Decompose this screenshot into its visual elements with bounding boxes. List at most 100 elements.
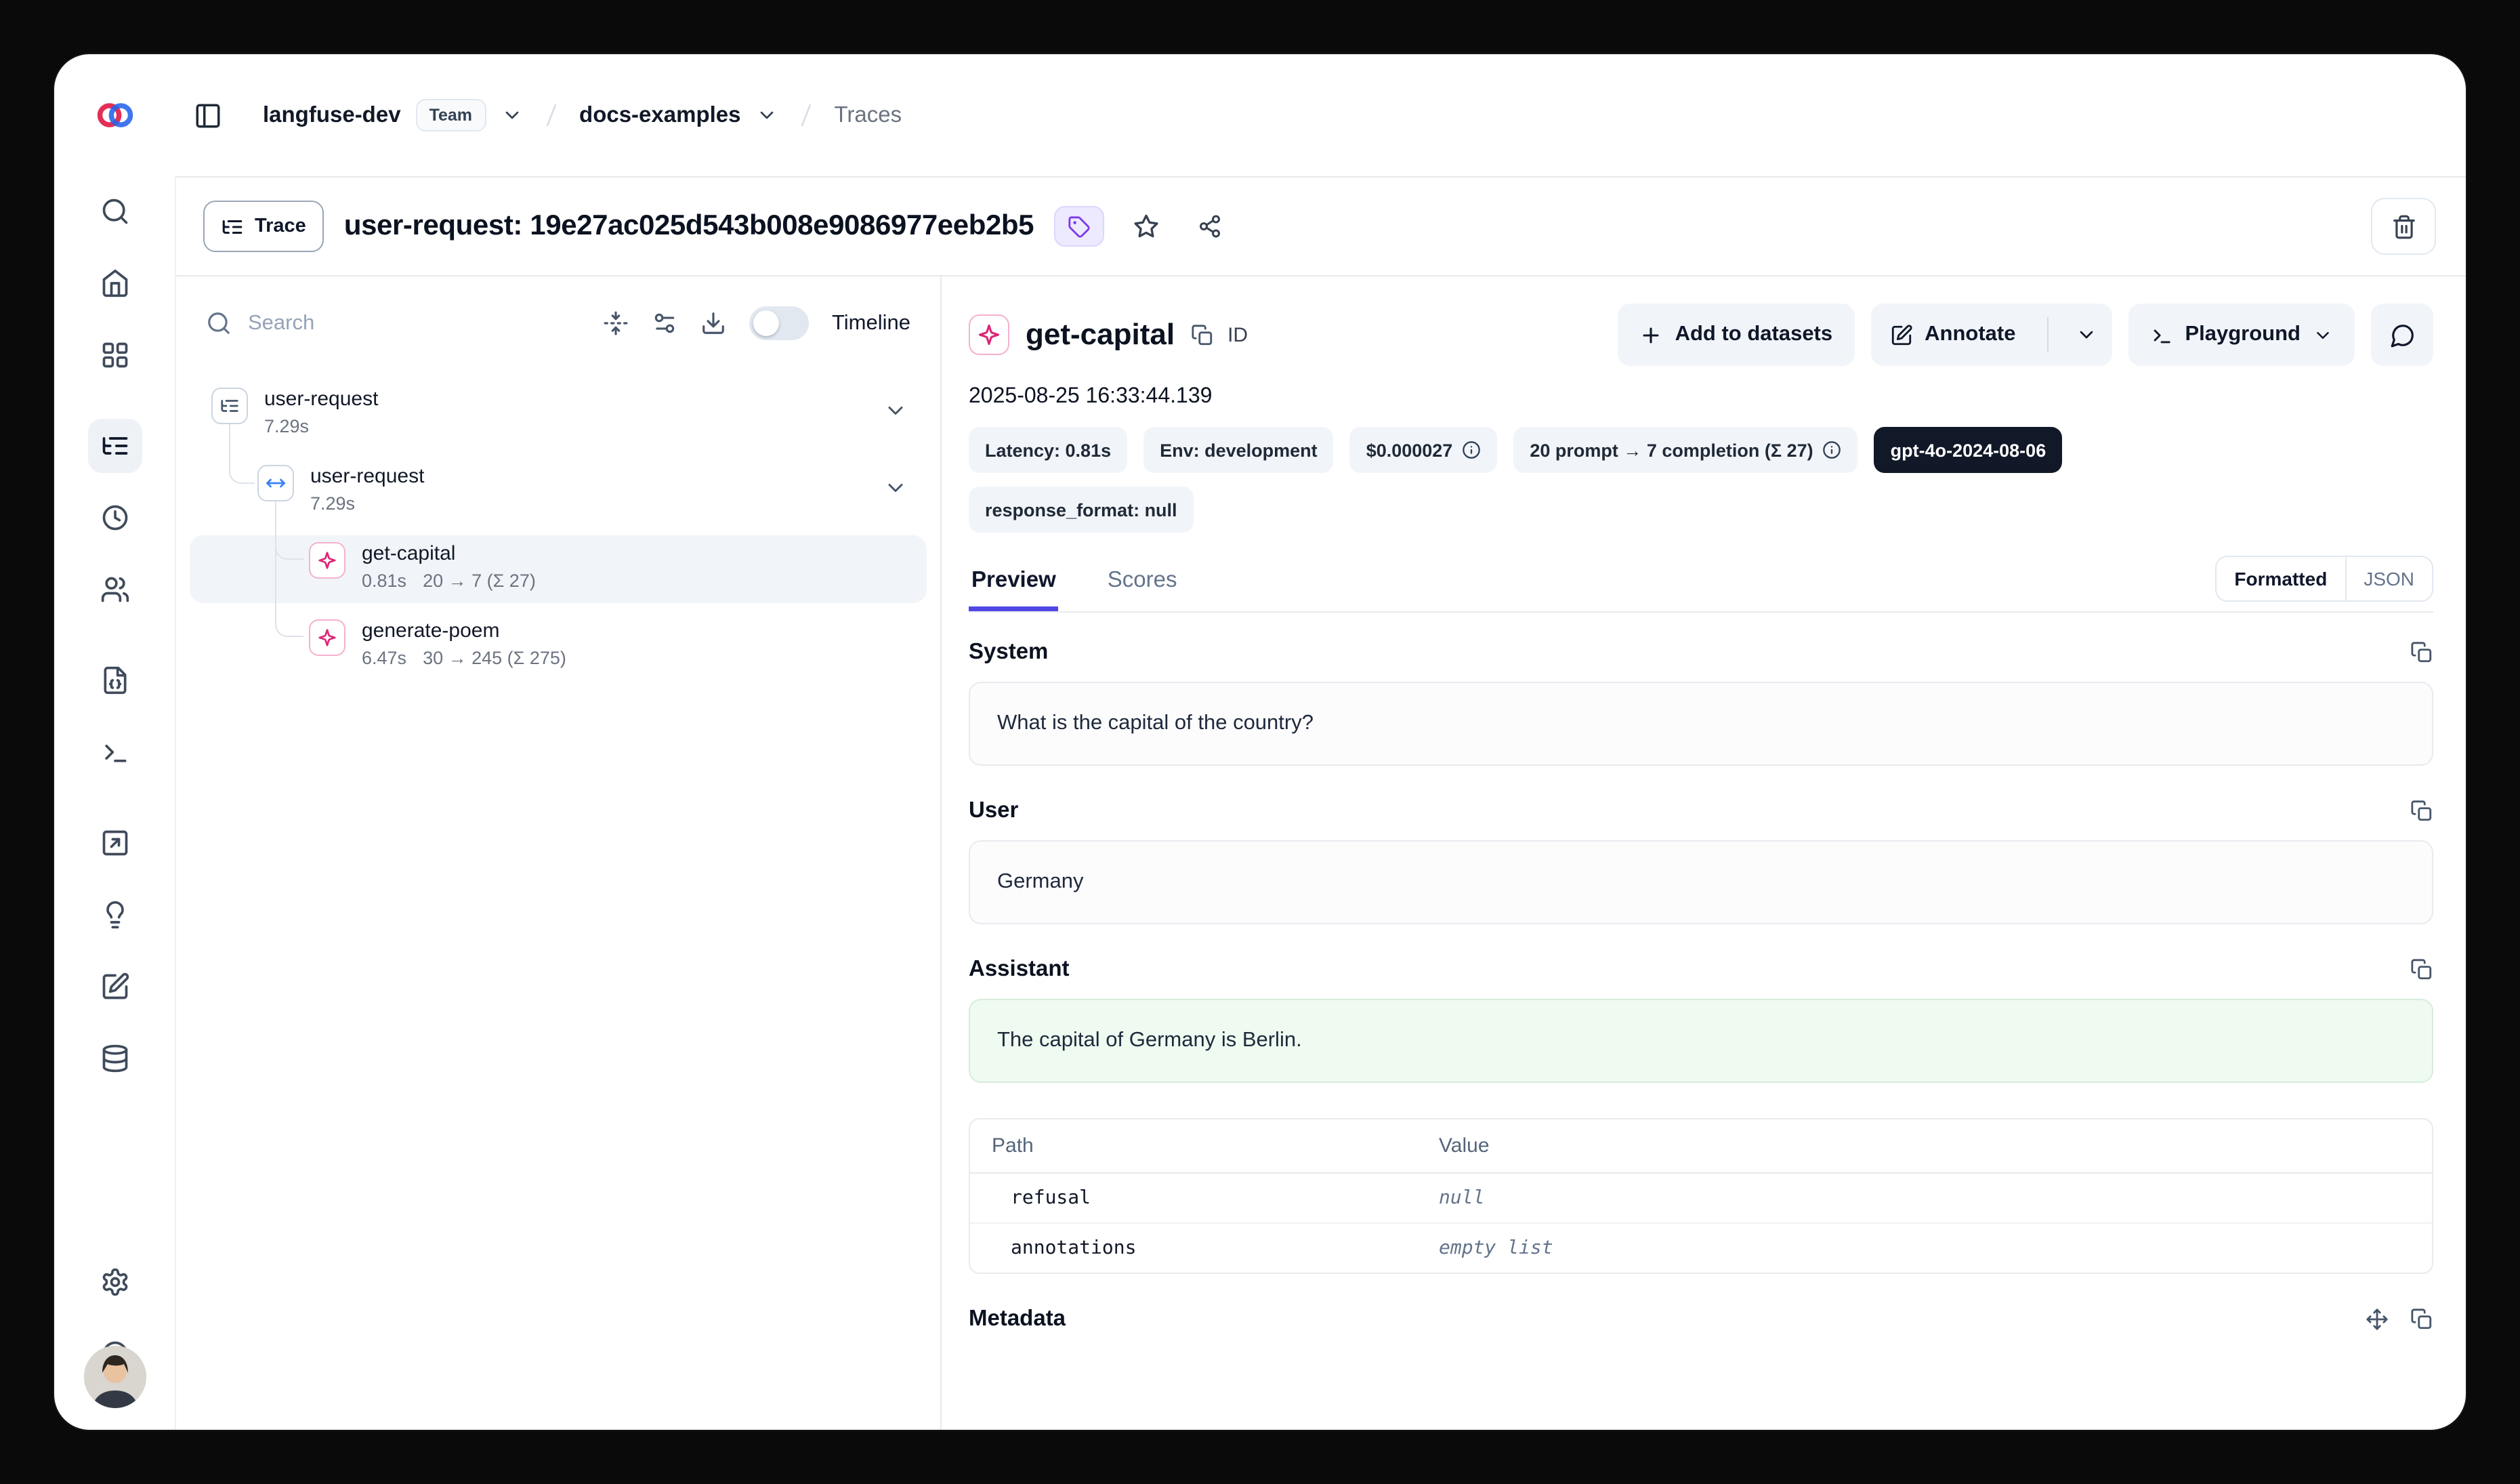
sidebar-item-ideas[interactable] — [87, 888, 142, 942]
tab-preview[interactable]: Preview — [969, 554, 1059, 611]
tags-button[interactable] — [1054, 206, 1104, 247]
delete-trace-button[interactable] — [2371, 198, 2436, 255]
model-badge[interactable]: gpt-4o-2024-08-06 — [1874, 427, 2063, 473]
user-avatar[interactable] — [83, 1346, 146, 1408]
copy-icon — [2410, 800, 2433, 823]
copy-icon — [2410, 958, 2433, 981]
annotate-dropdown-button[interactable] — [2060, 304, 2112, 366]
section-title: Assistant — [969, 957, 1070, 983]
tree-search-input[interactable] — [245, 310, 580, 337]
share-icon — [1198, 214, 1222, 239]
copy-button[interactable] — [2410, 641, 2433, 664]
sidebar-item-search[interactable] — [87, 184, 142, 239]
timeline-label: Timeline — [832, 311, 910, 335]
terminal-icon — [2149, 323, 2172, 346]
sidebar-item-sessions[interactable] — [87, 491, 142, 545]
breadcrumb: langfuse-dev Team docs-examples Traces — [263, 99, 902, 131]
logo-cell — [54, 95, 176, 136]
path-cell: refusal — [970, 1174, 1417, 1222]
sidebar-item-settings[interactable] — [87, 1255, 142, 1309]
chevron-down-icon[interactable] — [883, 398, 908, 423]
node-duration: 0.81s — [362, 571, 406, 592]
sidebar-item-tracing[interactable] — [87, 419, 142, 473]
tree-rows: user-request 7.29s user-request 7.29s — [190, 381, 927, 690]
org-type-badge: Team — [416, 99, 486, 131]
id-label: ID — [1227, 323, 1248, 346]
terminal-icon — [100, 737, 129, 767]
assistant-section-header: Assistant — [969, 957, 2433, 983]
model-params-badges: response_format: null — [969, 487, 2433, 533]
node-tokens: 30 → 245 (Σ 275) — [423, 648, 566, 669]
gear-icon — [100, 1267, 129, 1297]
download-button[interactable] — [700, 310, 726, 336]
node-duration: 6.47s — [362, 648, 406, 669]
add-to-datasets-button[interactable]: Add to datasets — [1618, 304, 1855, 366]
sidebar-item-datasets[interactable] — [87, 1031, 142, 1086]
sidebar-item-annotation[interactable] — [87, 960, 142, 1014]
cost-badge[interactable]: $0.000027 — [1350, 427, 1498, 473]
tree-node-span[interactable]: user-request 7.29s — [190, 458, 927, 526]
node-label: get-capital — [362, 542, 536, 566]
sidebar-item-dashboards[interactable] — [87, 328, 142, 382]
breadcrumb-page[interactable]: Traces — [835, 102, 902, 128]
copy-button[interactable] — [2410, 800, 2433, 823]
generation-sparkles-icon — [309, 542, 345, 579]
tree-settings-button[interactable] — [652, 310, 677, 336]
observation-timestamp: 2025-08-25 16:33:44.139 — [969, 385, 2433, 409]
timeline-toggle[interactable] — [749, 306, 809, 340]
expand-metadata-button[interactable] — [2366, 1308, 2389, 1331]
sidebar-item-playground[interactable] — [87, 725, 142, 779]
token-usage-badge[interactable]: 20 prompt → 7 completion (Σ 27) — [1513, 427, 1857, 473]
divider — [2046, 317, 2048, 352]
copy-metadata-button[interactable] — [2410, 1308, 2433, 1331]
bookmark-star-button[interactable] — [1125, 203, 1168, 249]
app-window: langfuse-dev Team docs-examples Traces — [54, 54, 2466, 1430]
tree-node-generation[interactable]: generate-poem 6.47s 30 → 245 (Σ 275) — [190, 613, 927, 680]
table-header: Path Value — [970, 1119, 2432, 1174]
collapse-observations-button[interactable] — [603, 310, 629, 336]
database-icon — [100, 1044, 129, 1073]
trace-header-bar: Trace user-request: 19e27ac025d543b008e9… — [176, 176, 2466, 276]
playground-button[interactable]: Playground — [2128, 304, 2355, 366]
project-chevron-down-icon[interactable] — [756, 104, 778, 126]
format-json-button[interactable]: JSON — [2346, 557, 2432, 600]
share-button[interactable] — [1188, 203, 1232, 249]
info-icon — [1823, 440, 1842, 459]
breadcrumb-org[interactable]: langfuse-dev — [263, 102, 401, 128]
org-chevron-down-icon[interactable] — [501, 104, 522, 126]
system-message-box: What is the capital of the country? — [969, 682, 2433, 766]
breadcrumb-project[interactable]: docs-examples — [579, 102, 740, 128]
node-duration: 7.29s — [264, 416, 309, 438]
sidebar-item-prompts[interactable] — [87, 653, 142, 707]
response-format-badge: response_format: null — [969, 487, 1194, 533]
node-tokens: 20 → 7 (Σ 27) — [423, 571, 536, 592]
langfuse-logo-icon[interactable] — [95, 95, 135, 136]
metrics-badges: Latency: 0.81s Env: development $0.00002… — [969, 427, 2433, 473]
sidebar-toggle-button[interactable] — [182, 89, 233, 141]
copy-icon — [2410, 641, 2433, 664]
square-pen-icon — [100, 972, 129, 1002]
info-icon — [1462, 440, 1481, 459]
tree-node-generation-selected[interactable]: get-capital 0.81s 20 → 7 (Σ 27) — [190, 535, 927, 603]
section-title: User — [969, 798, 1018, 824]
sidebar-item-home[interactable] — [87, 256, 142, 310]
chevron-down-icon[interactable] — [883, 476, 908, 500]
generation-sparkles-icon — [309, 619, 345, 656]
search-icon — [206, 310, 232, 336]
format-formatted-button[interactable]: Formatted — [2217, 557, 2345, 600]
tab-scores[interactable]: Scores — [1105, 554, 1180, 611]
user-message-box: Germany — [969, 840, 2433, 924]
comments-button[interactable] — [2371, 304, 2433, 366]
topbar: langfuse-dev Team docs-examples Traces — [54, 54, 2466, 176]
tree-node-trace[interactable]: user-request 7.29s — [190, 381, 927, 449]
tree-toolbar: Timeline — [176, 306, 940, 340]
copy-icon — [1191, 323, 1214, 346]
copy-button[interactable] — [2410, 958, 2433, 981]
annotate-button[interactable]: Annotate — [1870, 304, 2034, 366]
sidebar-item-evaluation[interactable] — [87, 816, 142, 870]
copy-id-button[interactable] — [1191, 323, 1214, 346]
nav-rail — [54, 176, 176, 1430]
sidebar-item-users[interactable] — [87, 562, 142, 617]
assistant-message-box: The capital of Germany is Berlin. — [969, 999, 2433, 1083]
list-tree-icon — [221, 215, 244, 238]
